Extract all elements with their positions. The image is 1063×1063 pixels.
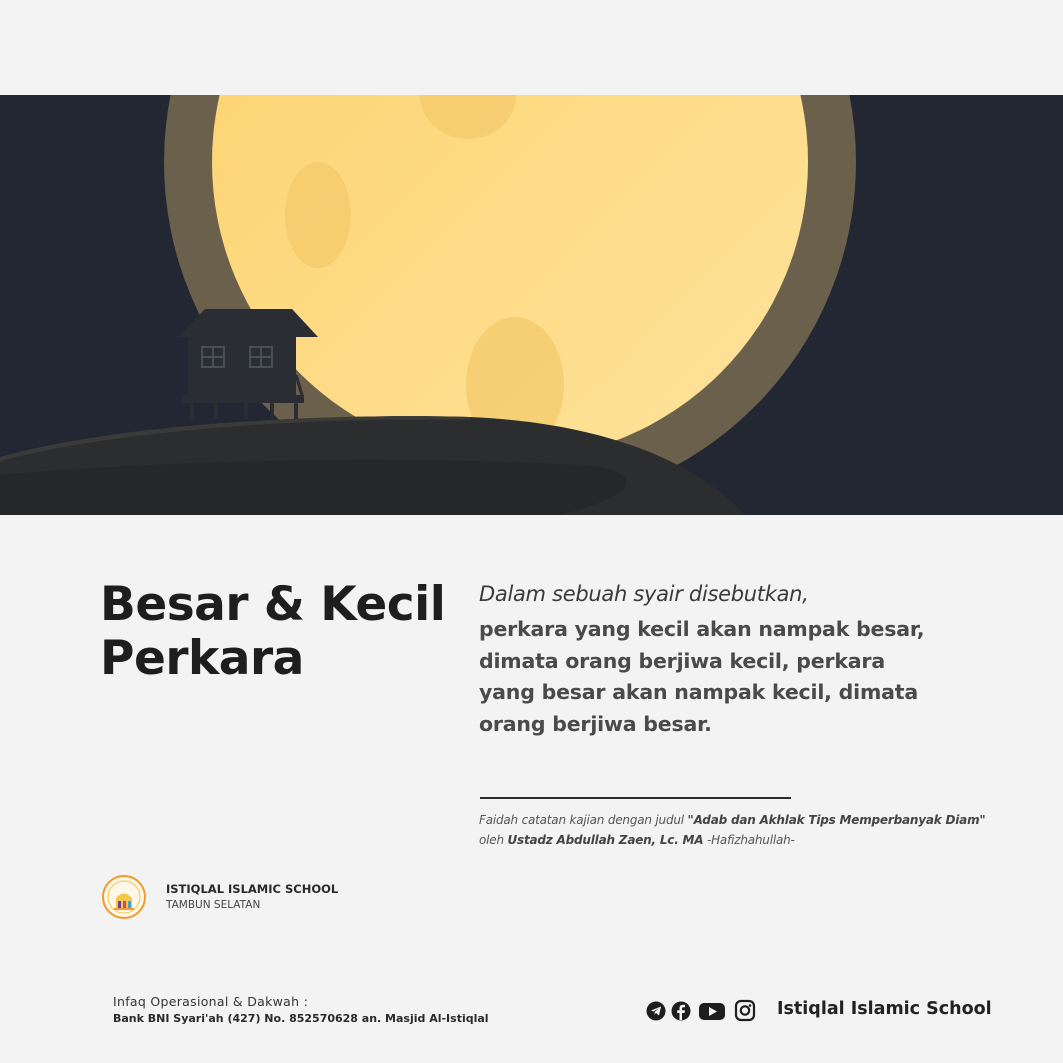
- source-prefix: Faidah catatan kajian dengan judul: [479, 813, 688, 827]
- quote-intro: Dalam sebuah syair disebutkan,: [479, 582, 809, 606]
- school-name: ISTIQLAL ISLAMIC SCHOOL: [166, 882, 339, 896]
- school-location: TAMBUN SELATAN: [166, 899, 261, 911]
- night-moon-illustration: [0, 95, 1063, 515]
- infaq-label: Infaq Operasional & Dakwah :: [113, 994, 309, 1009]
- instagram-icon[interactable]: [734, 998, 756, 1024]
- telegram-icon[interactable]: [646, 998, 666, 1024]
- youtube-icon[interactable]: [698, 998, 726, 1024]
- source-citation: Faidah catatan kajian dengan judul "Adab…: [479, 810, 999, 850]
- source-suffix: -Hafizhahullah-: [703, 833, 795, 847]
- source-speaker: Ustadz Abdullah Zaen, Lc. MA: [507, 833, 704, 847]
- title-line-2: Perkara: [100, 631, 304, 686]
- source-topic: "Adab dan Akhlak Tips Memperbanyak Diam": [687, 813, 986, 827]
- source-by: oleh: [479, 833, 508, 847]
- facebook-icon[interactable]: [671, 998, 691, 1024]
- title-line-1: Besar & Kecil: [100, 577, 446, 632]
- bank-account: Bank BNI Syari'ah (427) No. 852570628 an…: [113, 1012, 489, 1025]
- quote-body: perkara yang kecil akan nampak besar, di…: [479, 617, 925, 736]
- divider: [480, 797, 791, 799]
- school-logo: [102, 875, 146, 919]
- brand-name: Istiqlal Islamic School: [777, 999, 992, 1019]
- page-title: Besar & Kecil Perkara: [100, 577, 446, 686]
